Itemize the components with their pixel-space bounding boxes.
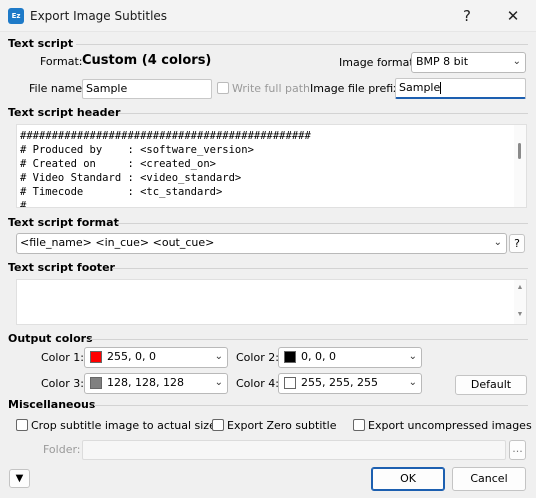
color2-select[interactable]: 0, 0, 0 ⌄ [278,347,422,368]
write-full-path-label: Write full path [232,82,310,95]
header-line: # Timecode : <tc_standard> [20,186,223,198]
window-title: Export Image Subtitles [30,9,168,23]
chevron-down-icon: ⌄ [512,56,521,67]
file-name-label: File name: [29,82,86,95]
image-prefix-field[interactable]: Sample [395,78,526,99]
app-icon: Ez [8,8,24,24]
close-button[interactable]: ✕ [498,4,528,28]
color2-value: 0, 0, 0 [301,350,336,363]
help-button[interactable]: ? [452,4,482,28]
chevron-down-icon: ⌄ [408,377,417,388]
header-textarea[interactable]: ########################################… [16,124,527,208]
chevron-down-icon: ⌄ [408,351,417,362]
section-divider [118,113,528,114]
image-prefix-label: Image file prefix: [310,82,404,95]
color3-swatch [90,377,102,389]
footer-scrollbar[interactable]: ▲ ▼ [514,280,526,324]
color1-value: 255, 0, 0 [107,350,156,363]
section-divider [90,339,528,340]
folder-label: Folder: [43,443,81,456]
color4-select[interactable]: 255, 255, 255 ⌄ [278,373,422,394]
image-prefix-value: Sample [399,81,441,94]
header-line: ########################################… [20,130,311,142]
section-divider [94,405,528,406]
misc-section-label: Miscellaneous [8,398,96,411]
color3-select[interactable]: 128, 128, 128 ⌄ [84,373,228,394]
scrollbar-thumb[interactable] [518,143,521,159]
cancel-button[interactable]: Cancel [452,467,526,491]
script-format-help-button[interactable]: ? [509,234,525,253]
write-full-path-checkbox[interactable] [217,82,229,94]
color4-swatch [284,377,296,389]
footer-textarea[interactable]: ▲ ▼ [16,279,527,325]
script-format-value: <file_name> <in_cue> <out_cue> [20,236,215,249]
color1-label: Color 1: [41,351,84,364]
chevron-down-icon: ⌄ [214,377,223,388]
format-value: Custom (4 colors) [82,53,212,68]
browse-folder-button[interactable]: ... [509,440,526,460]
image-format-value: BMP 8 bit [416,55,469,68]
image-format-select[interactable]: BMP 8 bit ⌄ [411,52,526,73]
ok-button[interactable]: OK [371,467,445,491]
color4-value: 255, 255, 255 [301,376,378,389]
header-scrollbar[interactable] [514,125,526,207]
text-cursor [440,82,442,94]
export-zero-label: Export Zero subtitle [227,419,337,432]
script-format-section-label: Text script format [8,216,119,229]
section-divider [76,44,528,45]
header-section-label: Text script header [8,106,121,119]
color1-swatch [90,351,102,363]
format-label: Format: [40,55,83,68]
chevron-down-icon: ⌄ [214,351,223,362]
color2-label: Color 2: [236,351,279,364]
color3-value: 128, 128, 128 [107,376,184,389]
section-divider [112,268,528,269]
color4-label: Color 4: [236,377,279,390]
color1-select[interactable]: 255, 0, 0 ⌄ [84,347,228,368]
scroll-up-icon[interactable]: ▲ [515,284,525,291]
export-uncompressed-label: Export uncompressed images [368,419,532,432]
image-format-label: Image format: [339,56,418,69]
chevron-down-icon: ⌄ [493,237,502,248]
header-line: # Video Standard : <video_standard> [20,172,242,184]
color3-label: Color 3: [41,377,84,390]
color2-swatch [284,351,296,363]
script-format-field[interactable]: <file_name> <in_cue> <out_cue> ⌄ [16,233,507,254]
section-divider [116,223,528,224]
export-zero-checkbox[interactable] [212,419,224,431]
header-line: # Produced by : <software_version> [20,144,254,156]
output-colors-section-label: Output colors [8,332,93,345]
default-colors-button[interactable]: Default [455,375,527,395]
file-name-field[interactable]: Sample [82,79,212,99]
export-uncompressed-checkbox[interactable] [353,419,365,431]
expand-button[interactable]: ▼ [9,469,30,488]
crop-checkbox[interactable] [16,419,28,431]
scroll-down-icon[interactable]: ▼ [515,311,525,318]
footer-section-label: Text script footer [8,261,115,274]
header-line: # Created on : <created_on> [20,158,216,170]
text-script-section-label: Text script [8,37,74,50]
header-line: # [20,200,27,208]
crop-label: Crop subtitle image to actual size [31,419,216,432]
folder-field[interactable] [82,440,506,460]
